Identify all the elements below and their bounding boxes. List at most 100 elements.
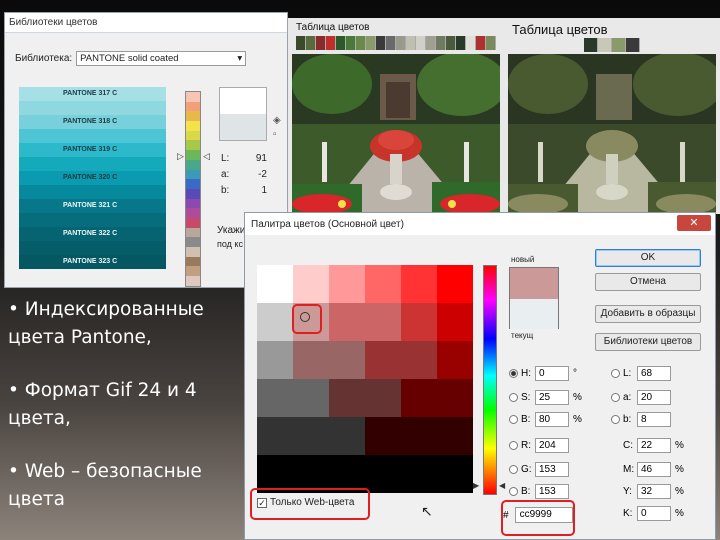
web-color-cell [293, 379, 330, 418]
web-color-cell [257, 417, 294, 456]
library-select[interactable]: PANTONE solid coated ▾ [76, 51, 247, 66]
hue-slider-strip[interactable] [185, 91, 201, 287]
g-radio[interactable] [509, 464, 518, 474]
web-color-cell [257, 303, 294, 342]
color-table-cell [396, 36, 406, 50]
ok-button[interactable]: OK [595, 249, 701, 267]
r-radio[interactable] [509, 440, 518, 450]
pantone-swatch[interactable] [19, 185, 166, 199]
h-input[interactable]: 0 [535, 365, 569, 381]
lab-l-input[interactable]: 68 [637, 365, 671, 381]
add-to-swatches-button[interactable]: Добавить в образцы [595, 305, 701, 323]
close-button[interactable]: ✕ [677, 215, 711, 231]
k-input[interactable]: 0 [637, 505, 671, 521]
lab-b-input[interactable]: 8 [637, 411, 671, 427]
web-color-cell [437, 265, 473, 304]
y-row: Y: 32 % [623, 483, 684, 499]
m-row: M: 46 % [623, 461, 684, 477]
color-table-cell [626, 38, 640, 52]
color-table-cell [406, 36, 416, 50]
current-color-swatch[interactable] [510, 299, 558, 329]
rgb-b-radio[interactable] [509, 486, 518, 496]
color-table-cell [426, 36, 436, 50]
color-table-label-right: Таблица цветов [512, 22, 608, 37]
lab-a-radio[interactable] [611, 392, 620, 402]
pantone-swatch[interactable]: PANTONE 317 C [19, 87, 166, 101]
web-color-cell [401, 303, 438, 342]
web-color-cell [257, 265, 294, 304]
c-row: C: 22 % [623, 437, 684, 453]
highlight-selected-color [292, 304, 322, 334]
lab-a-input[interactable]: 20 [637, 389, 671, 405]
pantone-swatch[interactable] [19, 157, 166, 171]
strip-arrow-left-icon: ▷ [177, 151, 184, 161]
web-color-cell [401, 265, 438, 304]
pantone-swatch[interactable] [19, 241, 166, 255]
color-table-cell [356, 36, 366, 50]
rgb-b-row: B: 153 [509, 483, 569, 499]
web-color-cell [437, 303, 473, 342]
pantone-swatch[interactable]: PANTONE 318 C [19, 115, 166, 129]
hue-arrow-right-icon: ◀ [499, 481, 506, 490]
web-cube-icon[interactable]: ◈ [273, 115, 281, 126]
cancel-button[interactable]: Отмена [595, 273, 701, 291]
pantone-swatch[interactable]: PANTONE 319 C [19, 143, 166, 157]
color-table-cell [366, 36, 376, 50]
web-color-cell [329, 417, 366, 456]
current-color-label: текущ [511, 331, 534, 340]
web-color-cell [329, 303, 366, 342]
s-input[interactable]: 25 [535, 389, 569, 405]
pantone-swatch[interactable] [19, 213, 166, 227]
pantone-swatch[interactable] [19, 129, 166, 143]
hue-slider[interactable] [483, 265, 497, 495]
h-row: H: 0 ° [509, 365, 583, 381]
library-window-title: Библиотеки цветов [5, 13, 287, 33]
pantone-swatch[interactable]: PANTONE 323 C [19, 255, 166, 269]
g-input[interactable]: 153 [535, 461, 569, 477]
highlight-web-only [250, 488, 370, 520]
lab-l-radio[interactable] [611, 368, 620, 378]
color-table-cell [376, 36, 386, 50]
chevron-down-icon: ▾ [237, 53, 243, 64]
g-row: G: 153 [509, 461, 569, 477]
r-input[interactable]: 204 [535, 437, 569, 453]
color-libraries-button[interactable]: Библиотеки цветов [595, 333, 701, 351]
k-row: K: 0 % [623, 505, 684, 521]
new-color-swatch [510, 268, 558, 299]
color-table-cell [612, 38, 626, 52]
b-radio[interactable] [509, 414, 518, 424]
web-color-cell [293, 341, 330, 380]
s-radio[interactable] [509, 392, 518, 402]
color-table-cell [436, 36, 446, 50]
swatch-list: PANTONE 317 C PANTONE 318 C PANTONE 319 C P… [19, 87, 166, 269]
pantone-swatch[interactable]: PANTONE 320 C [19, 171, 166, 185]
b-row: B: 80 % [509, 411, 583, 427]
bullet-pantone: • Индексированные цвета Pantone, [8, 299, 204, 348]
color-table-cell [296, 36, 306, 50]
color-table-cell [416, 36, 426, 50]
saturation-brightness-field[interactable] [257, 265, 473, 493]
lab-b-radio[interactable] [611, 414, 620, 424]
strip-arrow-right-icon: ◁ [203, 151, 210, 161]
bullet-list: • Индексированные цвета Pantone, • Форма… [8, 296, 243, 539]
s-row: S: 25 % [509, 389, 583, 405]
web-color-cell [437, 341, 473, 380]
h-radio[interactable] [509, 368, 518, 378]
image-comparison-panel: Таблица цветов Таблица цветов [288, 18, 720, 230]
web-color-cell [293, 265, 330, 304]
gamut-warning-icon[interactable]: ▫ [273, 129, 277, 140]
y-input[interactable]: 32 [637, 483, 671, 499]
pantone-swatch[interactable]: PANTONE 321 C [19, 199, 166, 213]
web-color-cell [365, 303, 402, 342]
color-table-cell [336, 36, 346, 50]
bullet-web-safe: • Web – безопасные цвета [8, 461, 202, 510]
m-input[interactable]: 46 [637, 461, 671, 477]
pantone-swatch[interactable]: PANTONE 322 C [19, 227, 166, 241]
c-input[interactable]: 22 [637, 437, 671, 453]
pantone-swatch[interactable] [19, 101, 166, 115]
b-input[interactable]: 80 [535, 411, 569, 427]
color-table-left [296, 36, 496, 50]
library-label: Библиотека: [15, 53, 73, 64]
color-table-cell [346, 36, 356, 50]
rgb-b-input[interactable]: 153 [535, 483, 569, 499]
